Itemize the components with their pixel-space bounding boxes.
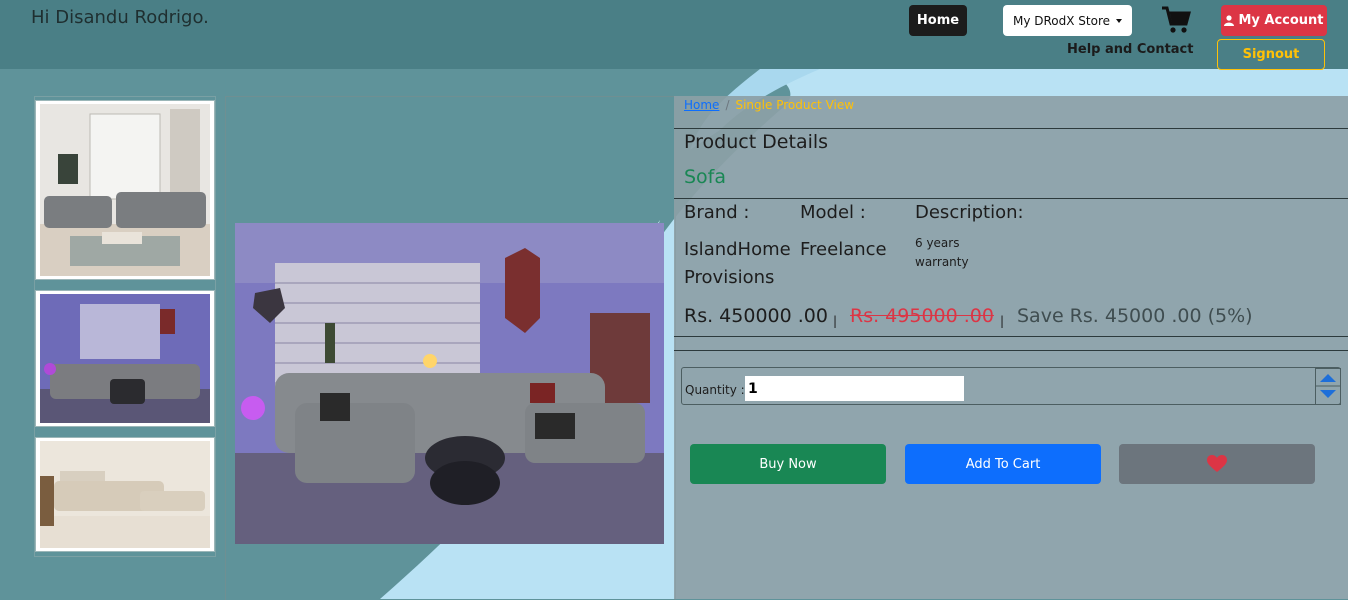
divider: [674, 128, 1348, 129]
description-line-1: 6 years: [915, 236, 960, 250]
wishlist-button[interactable]: [1119, 444, 1315, 484]
price-separator: |: [833, 314, 838, 328]
original-price: Rs. 495000 .00: [850, 305, 994, 327]
thumbnail-2[interactable]: [35, 290, 215, 427]
description-line-2: warranty: [915, 255, 969, 269]
breadcrumb-separator: /: [725, 98, 730, 112]
product-thumbnail-image: [40, 104, 210, 276]
shopping-cart-icon[interactable]: [1161, 6, 1191, 34]
product-name: Sofa: [684, 166, 727, 188]
divider: [674, 198, 1348, 199]
brand-value-line-1: IslandHome: [684, 239, 791, 260]
home-button[interactable]: Home: [909, 5, 967, 36]
buy-now-button[interactable]: Buy Now: [690, 444, 886, 484]
savings-text: Save Rs. 45000 .00 (5%): [1017, 305, 1253, 327]
thumbnail-gallery: [34, 96, 216, 557]
quantity-stepper[interactable]: [1315, 368, 1341, 405]
my-account-button[interactable]: My Account: [1221, 5, 1327, 36]
product-thumbnail-image: [40, 441, 210, 548]
help-contact-link[interactable]: Help and Contact: [1067, 42, 1193, 57]
thumbnail-1[interactable]: [35, 100, 215, 280]
top-navbar: Hi Disandu Rodrigo. Home My DRodX Store …: [0, 0, 1348, 70]
breadcrumb: Home / Single Product View: [684, 98, 854, 112]
my-account-label: My Account: [1238, 13, 1324, 28]
thumbnail-3[interactable]: [35, 437, 215, 552]
description-label: Description:: [915, 202, 1024, 223]
quantity-input[interactable]: [745, 376, 964, 401]
product-details-panel: [674, 96, 1348, 599]
breadcrumb-current: Single Product View: [735, 98, 855, 112]
price-separator: |: [1000, 314, 1005, 328]
model-value: Freelance: [800, 239, 887, 260]
store-dropdown[interactable]: My DRodX Store: [1003, 5, 1132, 36]
signout-button[interactable]: Signout: [1217, 39, 1325, 70]
quantity-label: Quantity :: [685, 383, 745, 397]
divider: [674, 350, 1348, 351]
current-price: Rs. 450000 .00: [684, 305, 828, 327]
product-main-image: [235, 223, 664, 544]
divider: [674, 336, 1348, 337]
stepper-arrows-icon: [1316, 374, 1340, 398]
add-to-cart-button[interactable]: Add To Cart: [905, 444, 1101, 484]
heart-icon: [1207, 455, 1227, 472]
brand-value-line-2: Provisions: [684, 267, 775, 288]
product-thumbnail-image: [40, 294, 210, 423]
section-title: Product Details: [684, 131, 829, 153]
brand-value: IslandHome Provisions: [684, 236, 791, 292]
chevron-down-icon: [1116, 18, 1123, 23]
brand-label: Brand :: [684, 202, 750, 223]
user-icon: [1224, 15, 1235, 26]
user-greeting: Hi Disandu Rodrigo.: [31, 7, 209, 28]
store-dropdown-label: My DRodX Store: [1012, 13, 1111, 28]
breadcrumb-home-link[interactable]: Home: [684, 98, 719, 112]
description-value: 6 years warranty: [915, 234, 985, 272]
model-label: Model :: [800, 202, 866, 223]
